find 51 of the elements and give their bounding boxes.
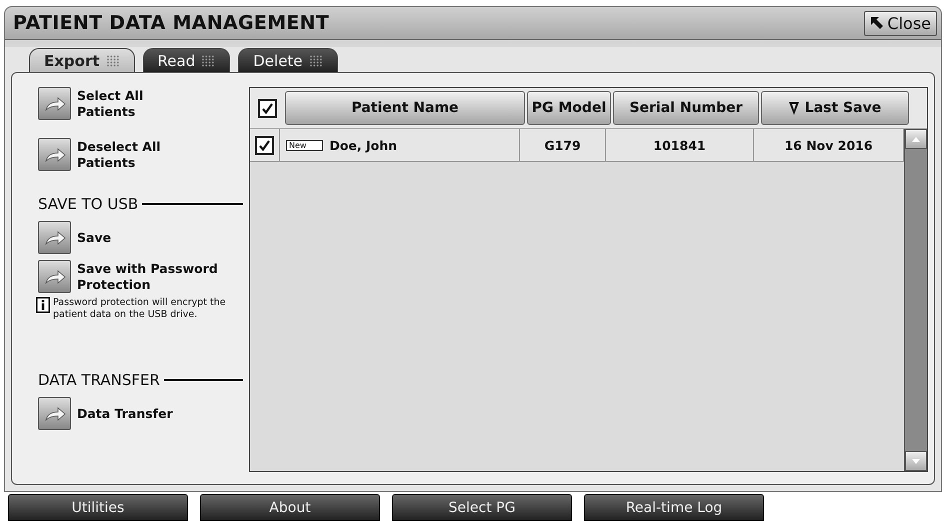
- action-button[interactable]: [38, 260, 71, 293]
- nav-button[interactable]: About: [200, 494, 380, 521]
- table-cell: Doe, John: [329, 138, 398, 152]
- section-heading: SAVE TO USB: [38, 195, 138, 213]
- scroll-up-button[interactable]: [905, 129, 927, 149]
- tab[interactable]: Export: [29, 48, 135, 72]
- tab[interactable]: Read: [142, 48, 230, 72]
- sort-triangle-icon: [788, 102, 799, 114]
- column-header[interactable]: Patient Name: [285, 91, 525, 125]
- scrollbar[interactable]: [904, 129, 927, 471]
- action-label: Save: [77, 230, 112, 246]
- checkmark-icon: [262, 102, 273, 114]
- action-button[interactable]: [38, 138, 71, 171]
- down-arrow-icon: [912, 458, 920, 464]
- action-label: Select All Patients: [77, 88, 144, 120]
- info-text: Password protection will encrypt the patient data on the USB drive.: [53, 297, 227, 321]
- new-badge: New: [286, 140, 324, 150]
- action-button[interactable]: [38, 397, 71, 430]
- action-label: Data Transfer: [77, 406, 174, 422]
- window-title: PATIENT DATA MANAGEMENT: [13, 12, 330, 34]
- select-all-checkbox[interactable]: [258, 98, 277, 118]
- up-arrow-icon: [912, 136, 920, 142]
- column-header[interactable]: PG Model: [527, 91, 611, 125]
- section-heading: DATA TRANSFER: [38, 371, 160, 389]
- action-button[interactable]: [38, 87, 71, 120]
- table-cell: 101841: [653, 138, 706, 152]
- column-header[interactable]: Serial Number: [613, 91, 759, 125]
- table-cell: 16 Nov 2016: [784, 138, 873, 152]
- grip-icon: [201, 54, 216, 66]
- curved-arrow-icon: [44, 96, 66, 110]
- curved-arrow-icon: [44, 148, 66, 162]
- nav-button[interactable]: Real-time Log: [584, 494, 764, 521]
- grip-icon: [106, 54, 120, 66]
- row-checkbox[interactable]: [255, 136, 274, 154]
- nav-button[interactable]: Utilities: [8, 494, 188, 521]
- curved-arrow-icon: [44, 230, 66, 244]
- scroll-down-button[interactable]: [905, 451, 927, 471]
- action-button[interactable]: [38, 221, 71, 254]
- curved-arrow-icon: [44, 406, 66, 420]
- nav-button[interactable]: Select PG: [392, 494, 572, 521]
- table-cell: G179: [544, 138, 581, 152]
- arrow-icon: [870, 16, 884, 30]
- action-label: Deselect All Patients: [77, 138, 162, 170]
- grip-icon: [308, 54, 323, 66]
- curved-arrow-icon: [44, 270, 66, 284]
- tab[interactable]: Delete: [238, 48, 338, 72]
- close-button[interactable]: Close: [864, 10, 937, 36]
- info-icon: [36, 297, 50, 313]
- action-label: Save with Password Protection: [77, 260, 219, 292]
- checkmark-icon: [259, 140, 270, 150]
- column-header[interactable]: Last Save: [761, 91, 909, 125]
